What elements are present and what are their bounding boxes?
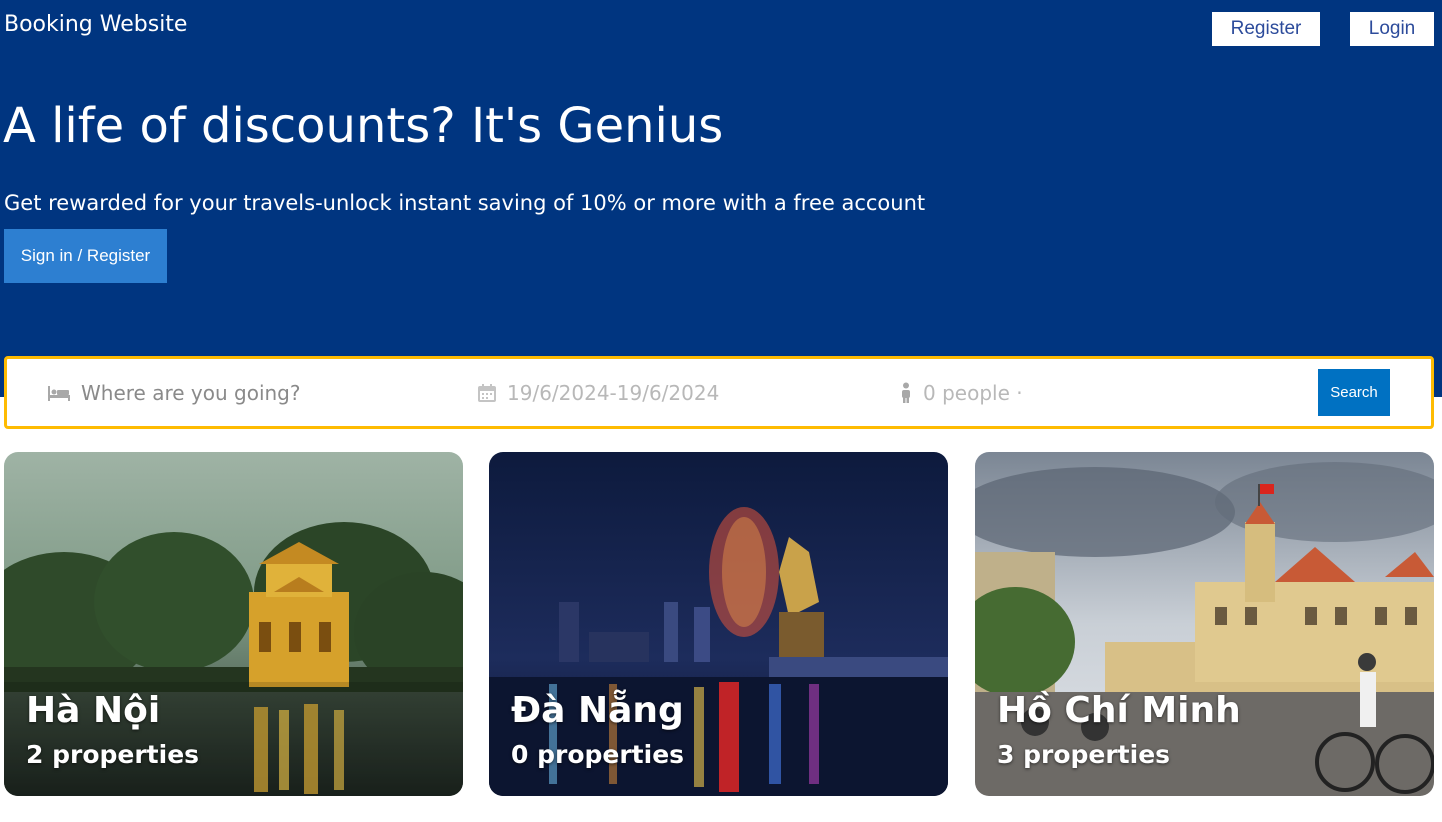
people-field[interactable]: 0 people ·	[899, 359, 1279, 426]
calendar-icon	[478, 383, 496, 402]
card-city-name: Hà Nội	[26, 690, 161, 731]
hero-subtitle: Get rewarded for your travels-unlock ins…	[4, 191, 926, 215]
destination-card-hanoi[interactable]: Hà Nội 2 properties	[4, 452, 463, 796]
destination-card-danang[interactable]: Đà Nẵng 0 properties	[489, 452, 948, 796]
sign-in-register-button[interactable]: Sign in / Register	[4, 229, 167, 283]
destination-card-hochiminh[interactable]: Hồ Chí Minh 3 properties	[975, 452, 1434, 796]
destination-field[interactable]	[47, 359, 447, 426]
site-brand[interactable]: Booking Website	[4, 12, 187, 37]
date-field[interactable]: 19/6/2024-19/6/2024	[477, 359, 857, 426]
date-range-value: 19/6/2024-19/6/2024	[507, 380, 720, 405]
bed-icon	[48, 385, 70, 401]
card-property-count: 2 properties	[26, 740, 200, 769]
card-property-count: 0 properties	[511, 740, 685, 769]
login-button[interactable]: Login	[1350, 12, 1434, 46]
search-bar: 19/6/2024-19/6/2024 0 people · Search	[4, 356, 1434, 429]
card-city-name: Hồ Chí Minh	[997, 690, 1241, 731]
person-icon	[902, 382, 910, 403]
hero-banner: Booking Website Register Login A life of…	[0, 0, 1442, 397]
destination-input[interactable]	[81, 380, 421, 405]
hero-title: A life of discounts? It's Genius	[3, 98, 724, 154]
people-count: 0 people ·	[923, 380, 1023, 405]
destination-cards: Hà Nội 2 properties Đà Nẵng 0 properties…	[0, 452, 1442, 796]
search-button[interactable]: Search	[1318, 369, 1390, 416]
register-button[interactable]: Register	[1212, 12, 1320, 46]
card-city-name: Đà Nẵng	[511, 690, 684, 731]
card-property-count: 3 properties	[997, 740, 1171, 769]
